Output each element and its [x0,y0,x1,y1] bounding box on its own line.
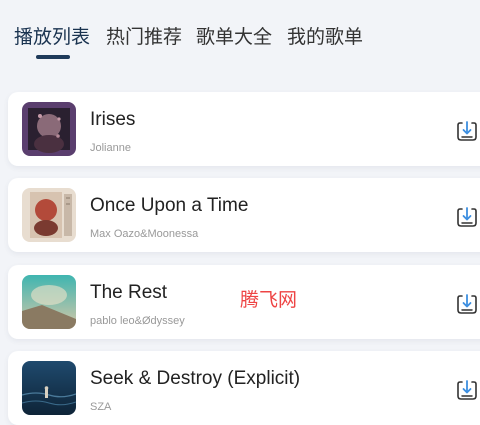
song-artist: Jolianne [90,142,131,154]
album-cover [22,275,76,329]
song-title: The Rest [90,282,168,303]
download-icon[interactable] [456,120,478,142]
tab-bar: 播放列表 热门推荐 歌单大全 我的歌单 [0,0,480,68]
song-row[interactable]: Irises Jolianne [8,92,480,166]
tab-all-playlists[interactable]: 歌单大全 [196,26,272,48]
tab-hot-recommend[interactable]: 热门推荐 [106,26,182,48]
watermark-text: 腾飞网 [240,289,298,311]
active-tab-indicator [36,55,70,59]
song-title: Irises [90,109,136,130]
album-cover [22,102,76,156]
album-cover [22,188,76,242]
tab-playlist[interactable]: 播放列表 [14,26,90,48]
album-cover [22,361,76,415]
song-artist: pablo leo&Ødyssey [90,315,185,327]
song-row[interactable]: Once Upon a Time Max Oazo&Moonessa [8,178,480,252]
song-row[interactable]: Seek & Destroy (Explicit) SZA [8,351,480,425]
download-icon[interactable] [456,293,478,315]
download-icon[interactable] [456,379,478,401]
song-title: Seek & Destroy (Explicit) [90,368,301,389]
download-icon[interactable] [456,206,478,228]
song-title: Once Upon a Time [90,195,249,216]
tab-my-playlists[interactable]: 我的歌单 [287,26,363,48]
song-artist: Max Oazo&Moonessa [90,228,199,240]
song-artist: SZA [90,401,112,413]
